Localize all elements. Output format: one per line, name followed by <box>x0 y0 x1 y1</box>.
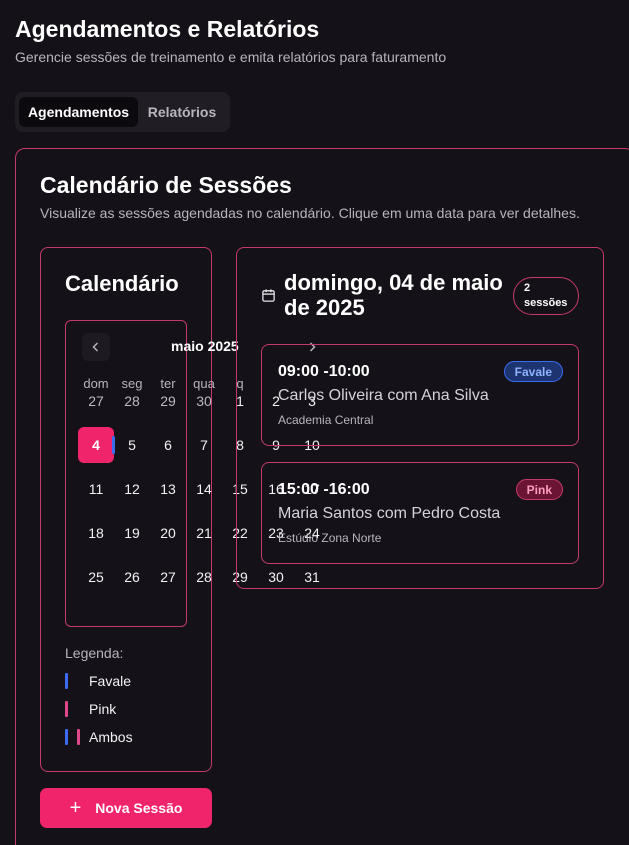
calendar-day[interactable]: 27 <box>78 383 114 419</box>
session-people: Maria Santos com Pedro Costa <box>278 505 501 522</box>
calendar-day[interactable]: 7 <box>186 427 222 463</box>
session-card[interactable]: 09:00 -10:00 Carlos Oliveira com Ana Sil… <box>261 344 579 446</box>
calendar-day[interactable]: 13 <box>150 471 186 507</box>
new-session-button[interactable]: + Nova Sessão <box>40 788 212 828</box>
pink-color-marker <box>65 701 68 717</box>
calendar-day[interactable]: 30 <box>186 383 222 419</box>
trainer-badge: Pink <box>515 479 563 500</box>
session-count-badge: 2 sessões <box>513 277 579 315</box>
calendar-day[interactable]: 20 <box>150 515 186 551</box>
new-session-label: Nova Sessão <box>95 800 183 816</box>
calendar-day[interactable]: 25 <box>78 559 114 595</box>
calendar-day[interactable]: 6 <box>150 427 186 463</box>
chevron-left-icon <box>92 342 99 352</box>
calendar-day[interactable]: 28 <box>114 383 150 419</box>
session-location: Estúdio Zona Norte <box>278 531 382 545</box>
trainer-badge: Favale <box>503 361 563 382</box>
calendar-day[interactable]: 12 <box>114 471 150 507</box>
calendar-day[interactable]: 19 <box>114 515 150 551</box>
calendar-day[interactable]: 11 <box>78 471 114 507</box>
calendar-day[interactable]: 29 <box>150 383 186 419</box>
tab-agendamentos[interactable]: Agendamentos <box>19 97 138 127</box>
month-label: maio 2025 <box>171 338 239 354</box>
calendar-heading: Calendário <box>65 271 179 296</box>
card-description: Visualize as sessões agendadas no calend… <box>40 205 580 221</box>
prev-month-button[interactable] <box>82 333 110 361</box>
plus-icon: + <box>69 797 82 819</box>
favale-color-marker <box>65 673 68 689</box>
page-subtitle: Gerencie sessões de treinamento e emita … <box>15 49 447 65</box>
calendar-day[interactable]: 5 <box>114 427 150 463</box>
calendar-icon <box>262 289 275 302</box>
calendar-day[interactable]: 14 <box>186 471 222 507</box>
calendar-day[interactable]: 28 <box>186 559 222 595</box>
session-people: Carlos Oliveira com Ana Silva <box>278 387 489 404</box>
calendar-day[interactable]: 21 <box>186 515 222 551</box>
session-count-word: sessões <box>524 297 568 309</box>
legend-label: Ambos <box>89 729 133 745</box>
legend-title: Legenda: <box>65 645 124 661</box>
page-title: Agendamentos e Relatórios <box>15 16 320 42</box>
selected-date-title: domingo, 04 de maio de 2025 <box>284 270 503 320</box>
session-time: 09:00 -10:00 <box>278 363 370 380</box>
session-location: Academia Central <box>278 413 374 427</box>
legend-label: Favale <box>89 673 132 689</box>
session-card[interactable]: 15:00 -16:00 Maria Santos com Pedro Cost… <box>261 462 579 564</box>
tab-list: Agendamentos Relatórios <box>15 92 230 132</box>
session-time: 15:00 -16:00 <box>278 481 370 498</box>
calendar-day[interactable]: 27 <box>150 559 186 595</box>
legend-label: Pink <box>89 701 117 717</box>
pink-color-marker <box>77 729 80 745</box>
calendar-day[interactable]: 26 <box>114 559 150 595</box>
favale-color-marker <box>65 729 68 745</box>
tab-relatorios[interactable]: Relatórios <box>141 97 223 127</box>
card-title: Calendário de Sessões <box>40 172 292 198</box>
calendar-day[interactable]: 18 <box>78 515 114 551</box>
session-count-number: 2 <box>524 282 531 294</box>
calendar-day-selected[interactable]: 4 <box>78 427 115 463</box>
